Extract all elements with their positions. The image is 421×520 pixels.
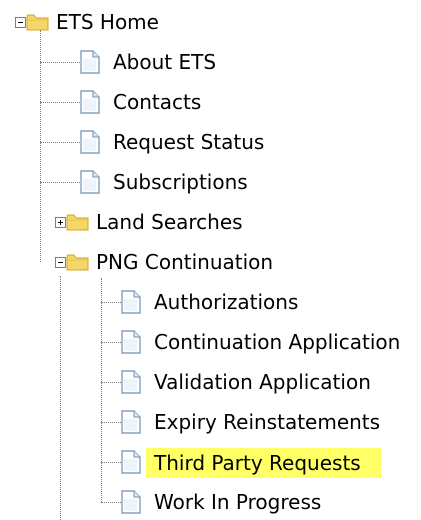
- folder-icon: [66, 212, 90, 237]
- tree-connector: [101, 278, 102, 502]
- page-icon: [80, 90, 100, 119]
- page-icon: [121, 370, 141, 399]
- tree-connector: [60, 276, 61, 520]
- tree-connector: [40, 102, 80, 103]
- tree-node-request-status[interactable]: Request Status: [109, 129, 268, 155]
- page-icon: [121, 290, 141, 319]
- tree-connector: [101, 422, 121, 423]
- folder-open-icon: [66, 252, 90, 277]
- tree-node-land-searches[interactable]: Land Searches: [92, 209, 247, 235]
- tree-connector: [40, 30, 41, 262]
- tree-connector: [101, 502, 121, 503]
- page-icon: [80, 170, 100, 199]
- collapse-toggle-ets-home[interactable]: [15, 17, 26, 28]
- folder-open-icon: [26, 12, 50, 37]
- tree-node-contacts[interactable]: Contacts: [109, 89, 205, 115]
- page-icon: [80, 130, 100, 159]
- page-icon: [80, 50, 100, 79]
- tree-connector: [101, 462, 121, 463]
- navigation-tree: ETS Home About ETS Contacts Request Stat…: [0, 0, 421, 520]
- collapse-toggle-png-continuation[interactable]: [55, 257, 66, 268]
- page-icon: [121, 450, 141, 479]
- expand-toggle-land-searches[interactable]: [55, 217, 66, 228]
- page-icon: [121, 330, 141, 359]
- minus-icon: [18, 22, 23, 23]
- tree-node-third-party-requests[interactable]: Third Party Requests: [146, 448, 381, 478]
- tree-node-png-continuation[interactable]: PNG Continuation: [92, 249, 277, 275]
- tree-node-ets-home[interactable]: ETS Home: [52, 9, 163, 35]
- tree-node-subscriptions[interactable]: Subscriptions: [109, 169, 252, 195]
- tree-node-authorizations[interactable]: Authorizations: [150, 289, 302, 315]
- tree-connector: [101, 302, 121, 303]
- tree-connector: [101, 342, 121, 343]
- tree-node-work-in-progress[interactable]: Work In Progress: [150, 489, 325, 515]
- tree-node-validation-application[interactable]: Validation Application: [150, 369, 375, 395]
- tree-node-expiry-reinstatements[interactable]: Expiry Reinstatements: [150, 409, 384, 435]
- page-icon: [121, 490, 141, 519]
- plus-icon-stem: [60, 220, 61, 225]
- tree-node-about-ets[interactable]: About ETS: [109, 49, 220, 75]
- tree-node-continuation-application[interactable]: Continuation Application: [150, 329, 404, 355]
- minus-icon: [58, 262, 63, 263]
- tree-connector: [101, 382, 121, 383]
- page-icon: [121, 410, 141, 439]
- tree-connector: [40, 142, 80, 143]
- tree-connector: [40, 62, 80, 63]
- tree-connector: [40, 182, 80, 183]
